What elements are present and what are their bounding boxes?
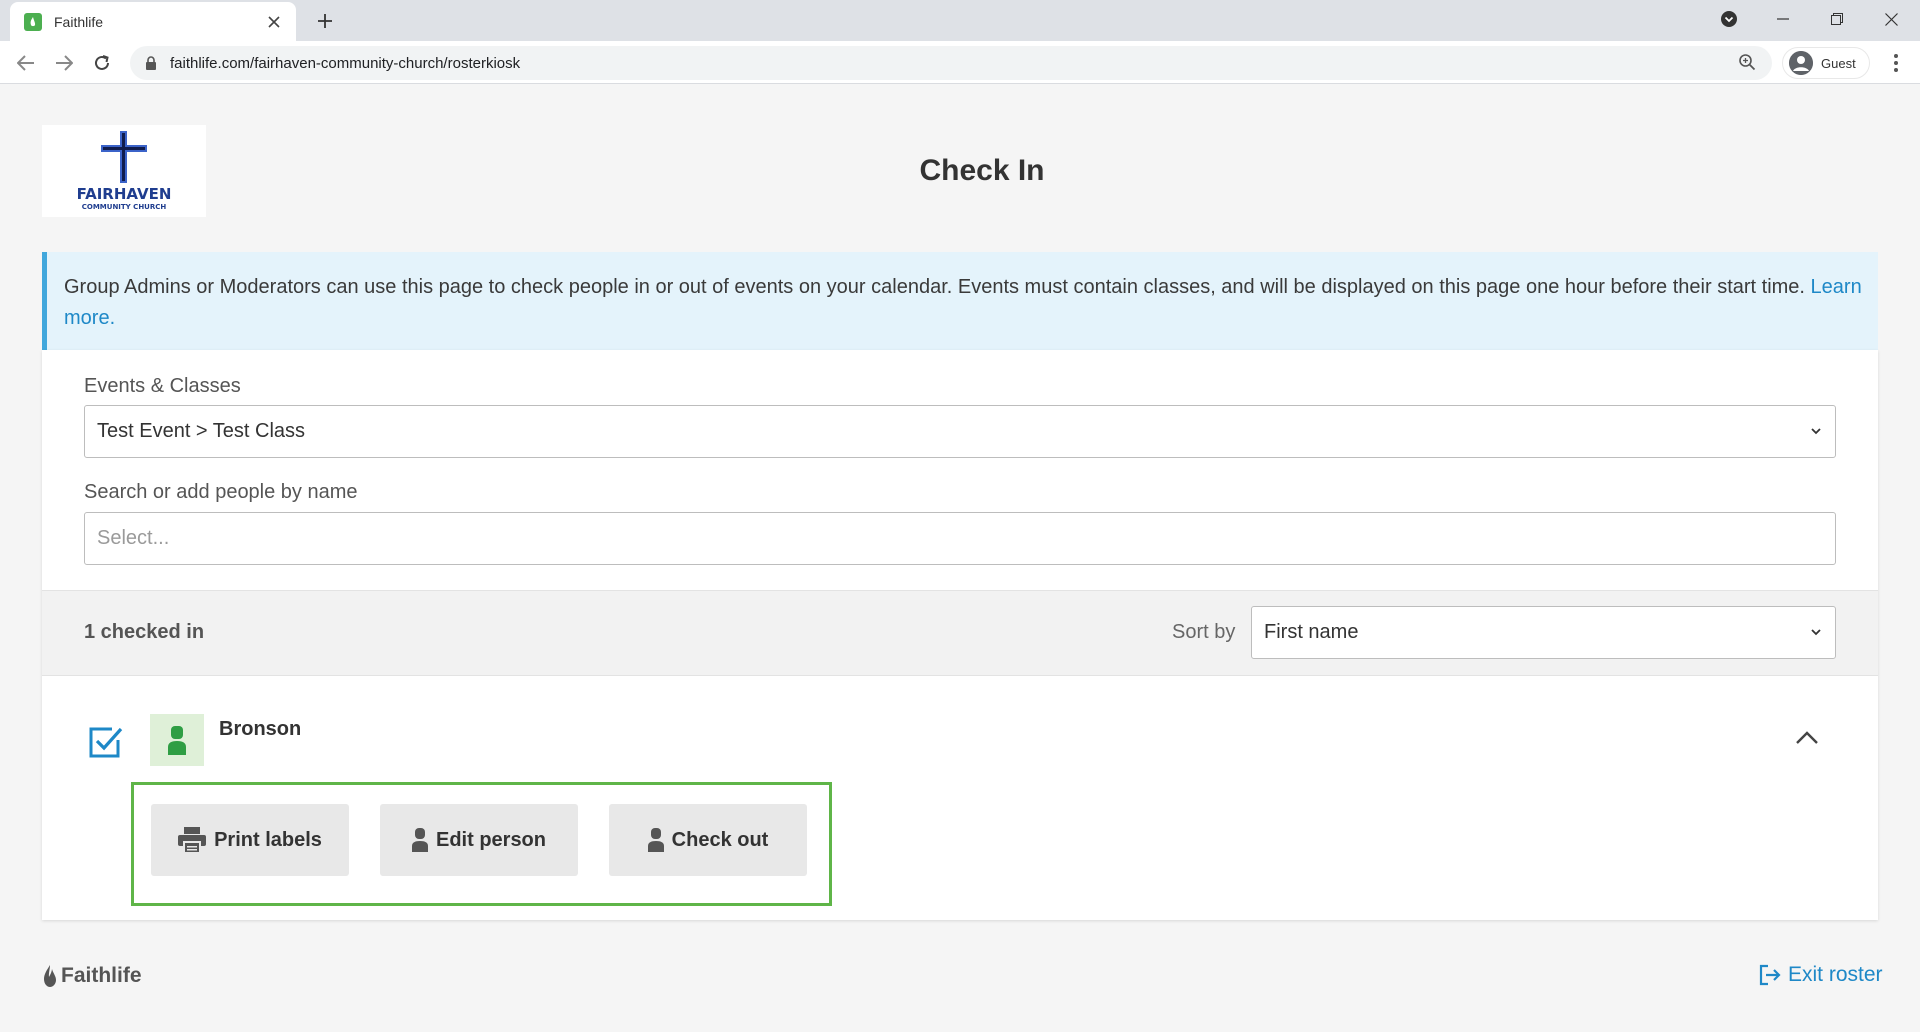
- browser-toolbar: faithlife.com/fairhaven-community-church…: [0, 41, 1920, 84]
- exit-roster-link[interactable]: Exit roster: [1758, 963, 1883, 987]
- footer-brand: Faithlife: [61, 964, 142, 987]
- info-text: Group Admins or Moderators can use this …: [64, 276, 1811, 298]
- checked-in-count: 1 checked in: [84, 621, 205, 643]
- person-icon: [647, 828, 664, 852]
- tab-title: Faithlife: [54, 13, 104, 30]
- info-banner: Group Admins or Moderators can use this …: [42, 252, 1878, 350]
- address-bar[interactable]: faithlife.com/fairhaven-community-church…: [130, 46, 1772, 80]
- faithlife-flame-icon: [44, 965, 56, 987]
- person-avatar: [150, 714, 204, 766]
- new-tab-button[interactable]: [312, 8, 338, 34]
- reload-icon[interactable]: [86, 47, 118, 79]
- events-classes-value: Test Event > Test Class: [97, 420, 306, 442]
- list-header: 1 checked in Sort by First name: [42, 590, 1878, 676]
- restore-icon[interactable]: [1810, 0, 1864, 38]
- chevron-down-icon: [1811, 428, 1821, 435]
- events-classes-select[interactable]: Test Event > Test Class: [84, 405, 1836, 458]
- sort-by-label: Sort by: [1172, 621, 1236, 643]
- person-avatar-icon: [168, 726, 186, 755]
- check-out-label: Check out: [671, 828, 769, 851]
- faithlife-footer-logo[interactable]: Faithlife: [42, 964, 142, 988]
- exit-icon: [1759, 964, 1781, 986]
- person-name: Bronson: [219, 718, 302, 740]
- tab-search-icon[interactable]: [1702, 0, 1756, 38]
- chevron-down-icon: [1811, 629, 1821, 636]
- faithlife-favicon-icon: [24, 12, 42, 31]
- search-people-label: Search or add people by name: [84, 481, 358, 503]
- exit-roster-label: Exit roster: [1788, 963, 1883, 986]
- browser-menu-icon[interactable]: [1882, 49, 1910, 77]
- sort-by-value: First name: [1264, 621, 1359, 643]
- browser-tab-bar: Faithlife: [0, 0, 1920, 41]
- person-icon: [411, 828, 428, 852]
- url-text: faithlife.com/fairhaven-community-church…: [170, 54, 521, 72]
- page-title: Check In: [919, 154, 1045, 187]
- profile-button[interactable]: Guest: [1782, 47, 1870, 79]
- window-close-icon[interactable]: [1864, 0, 1918, 38]
- browser-tab[interactable]: Faithlife: [10, 2, 296, 41]
- lock-icon: [144, 56, 158, 70]
- check-out-button[interactable]: Check out: [609, 804, 807, 876]
- guest-avatar-icon: [1789, 51, 1813, 75]
- profile-label: Guest: [1821, 55, 1856, 71]
- search-people-input[interactable]: Select...: [84, 512, 1836, 565]
- tab-close-icon[interactable]: [264, 12, 284, 32]
- logo-subtitle: COMMUNITY CHURCH: [81, 203, 167, 211]
- zoom-icon[interactable]: [1738, 53, 1758, 73]
- sort-by-select[interactable]: First name: [1251, 606, 1836, 659]
- person-actions-group: Print labels Edit person Check out: [131, 782, 832, 906]
- edit-person-label: Edit person: [435, 828, 546, 851]
- print-labels-button[interactable]: Print labels: [151, 804, 349, 876]
- minimize-icon[interactable]: [1756, 0, 1810, 38]
- chevron-up-icon[interactable]: [1794, 728, 1820, 748]
- search-people-placeholder: Select...: [97, 527, 170, 549]
- printer-icon: [178, 827, 207, 854]
- checked-checkbox-icon[interactable]: [88, 724, 124, 760]
- print-labels-label: Print labels: [214, 828, 322, 851]
- back-arrow-icon[interactable]: [10, 47, 42, 79]
- forward-arrow-icon[interactable]: [48, 47, 80, 79]
- edit-person-button[interactable]: Edit person: [380, 804, 578, 876]
- person-row: Bronson Print labels Edit person Check o…: [42, 676, 1878, 920]
- events-classes-label: Events & Classes: [84, 375, 241, 397]
- check-in-card: Events & Classes Test Event > Test Class…: [42, 350, 1878, 920]
